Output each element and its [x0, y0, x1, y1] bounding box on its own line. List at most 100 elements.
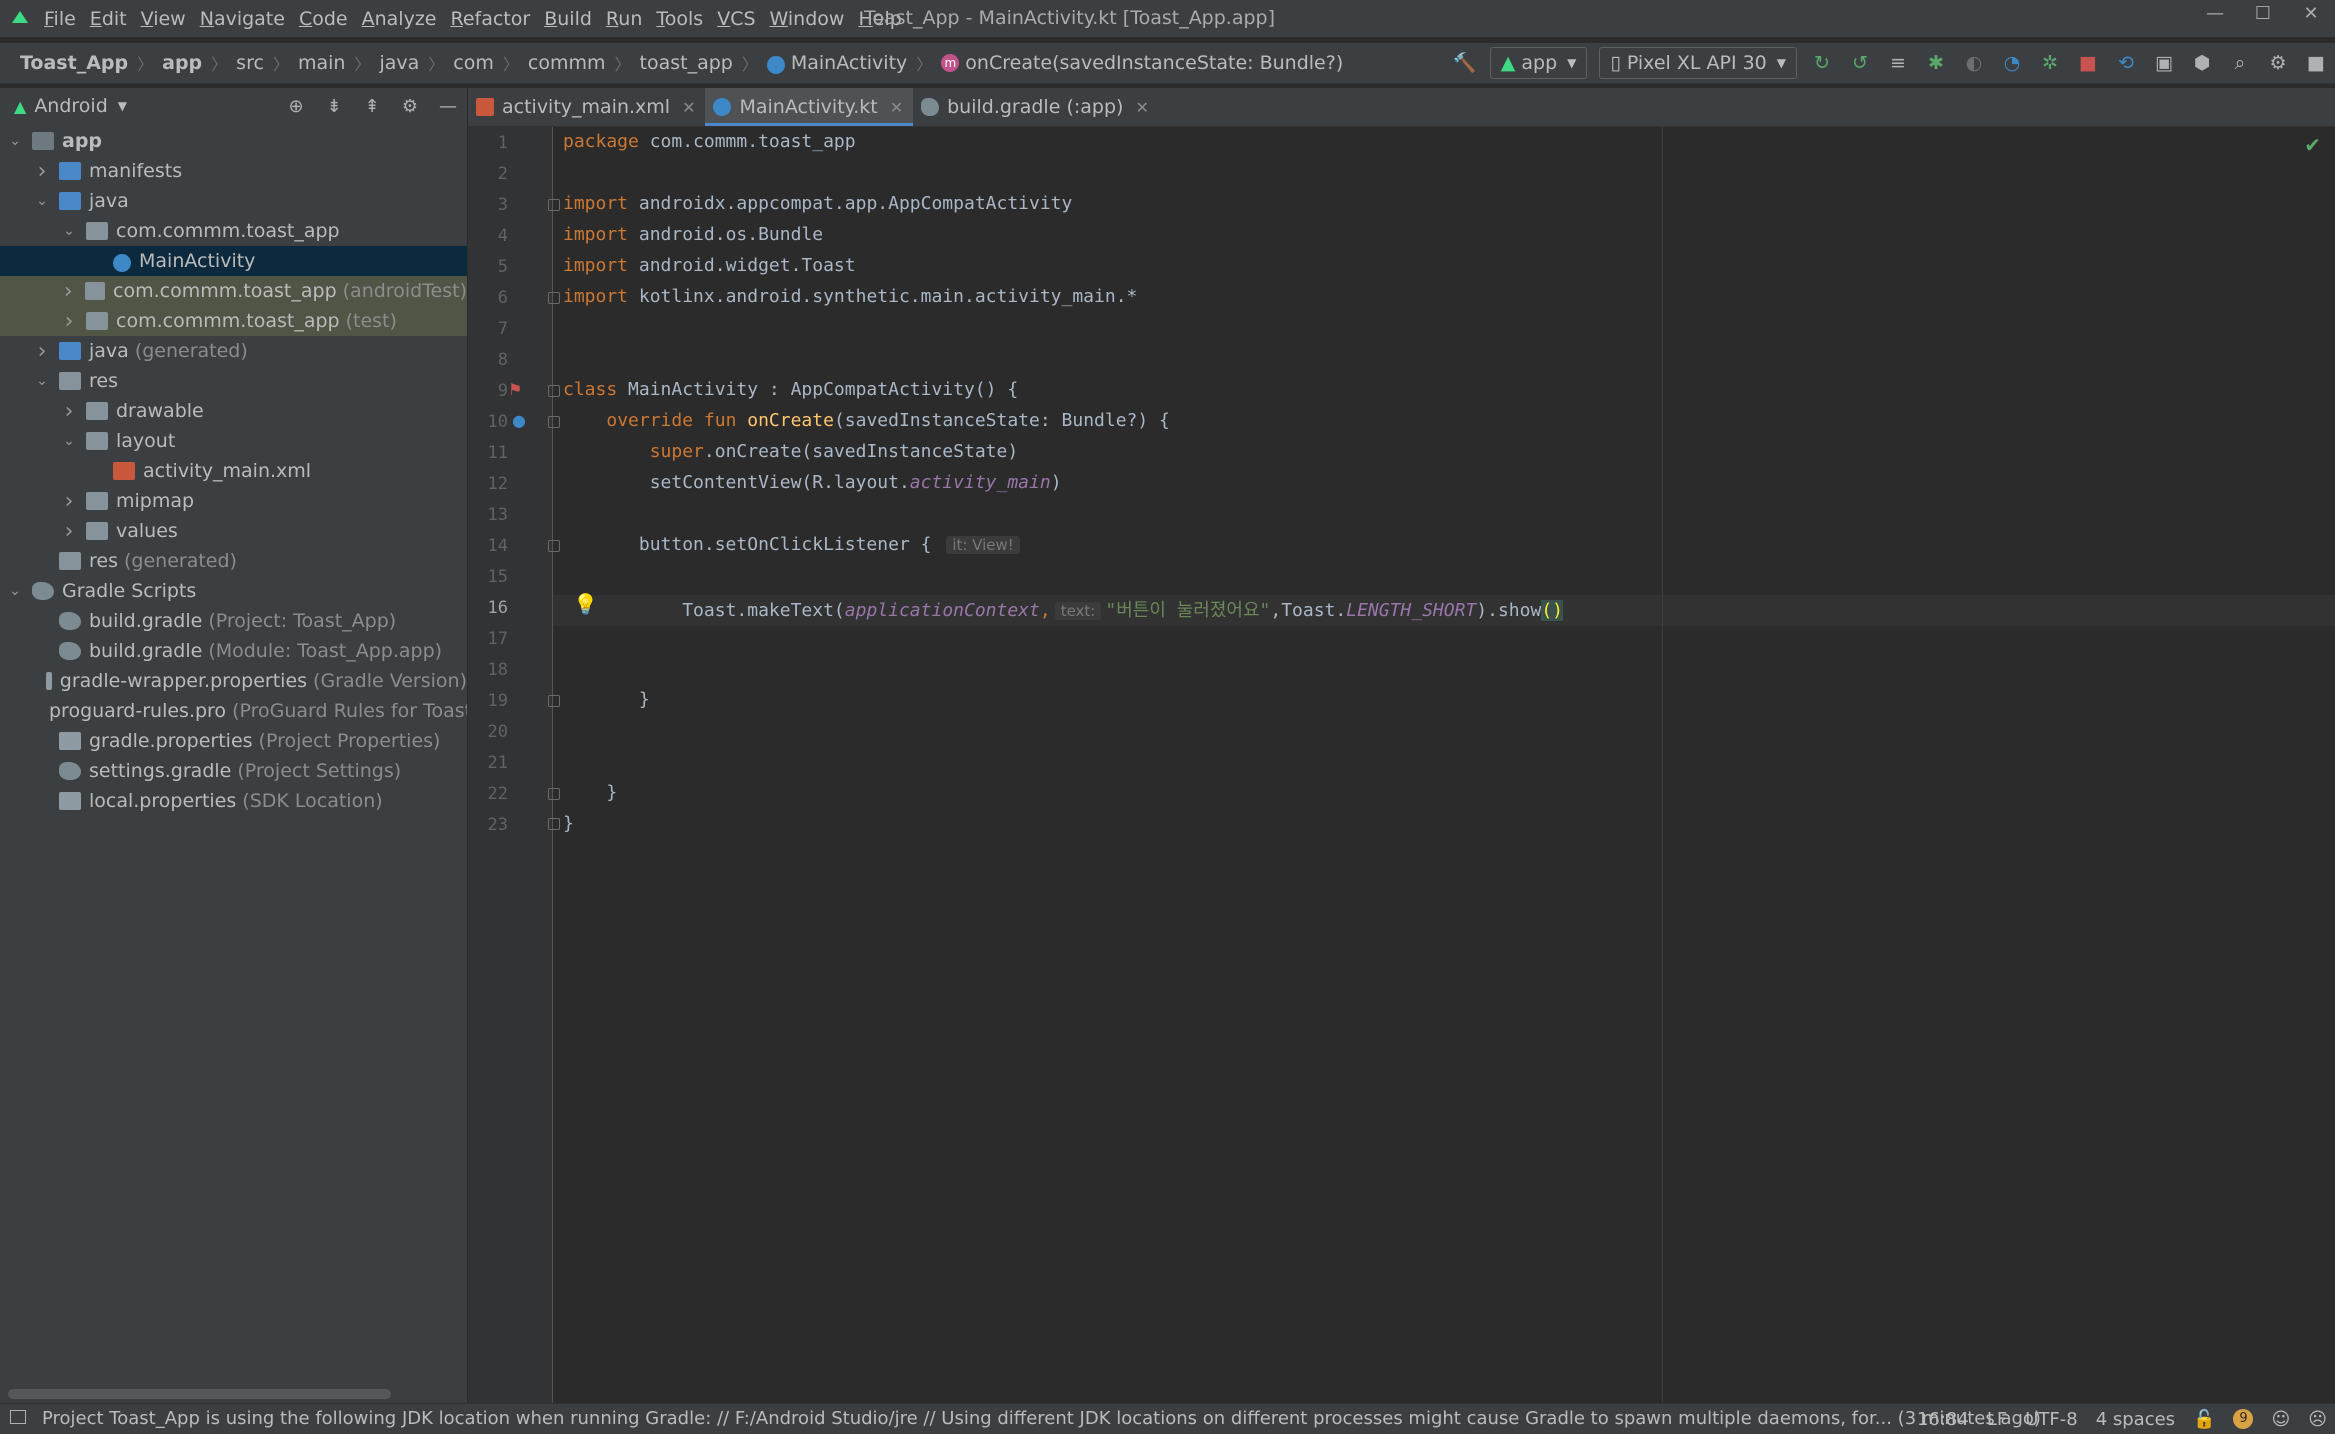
close-icon[interactable]: ✕ — [682, 98, 695, 117]
fold-marker-icon[interactable] — [548, 695, 560, 707]
chevron-down-icon[interactable]: ⌄ — [60, 433, 78, 449]
close-icon[interactable]: ✕ — [1135, 98, 1148, 117]
breadcrumb-src[interactable]: src — [236, 52, 264, 74]
chevron-right-icon[interactable]: › — [60, 489, 78, 514]
chevron-right-icon[interactable]: › — [60, 279, 77, 304]
chevron-right-icon[interactable]: › — [33, 339, 51, 364]
gear-icon[interactable]: ⚙ — [2264, 49, 2292, 77]
chevron-down-icon[interactable]: ⌄ — [60, 223, 78, 239]
fold-marker-icon[interactable] — [548, 540, 560, 552]
maximize-button[interactable]: ☐ — [2243, 0, 2283, 32]
menu-file[interactable]: File — [44, 8, 76, 30]
profile-icon[interactable]: ◔ — [1998, 49, 2026, 77]
tree-item[interactable]: res (generated) — [0, 546, 467, 576]
menu-tools[interactable]: Tools — [656, 8, 703, 30]
gear-icon[interactable]: ⚙ — [397, 96, 423, 117]
menu-window[interactable]: Window — [770, 8, 845, 30]
breadcrumb-java[interactable]: java — [379, 52, 419, 74]
attach-debugger-icon[interactable]: ✲ — [2036, 49, 2064, 77]
horizontal-scrollbar[interactable] — [8, 1389, 391, 1399]
code-line-12[interactable]: setContentView(R.layout.activity_main) — [563, 472, 1062, 493]
menu-run[interactable]: Run — [606, 8, 642, 30]
tree-item[interactable]: gradle.properties (Project Properties) — [0, 726, 467, 756]
code-line-16[interactable]: Toast.makeText(applicationContext, text: "… — [563, 596, 1563, 622]
tree-item[interactable]: build.gradle (Module: Toast_App.app) — [0, 636, 467, 666]
hammer-build-icon[interactable]: 🔨 — [1451, 49, 1479, 77]
fold-marker-icon[interactable] — [548, 788, 560, 800]
status-message[interactable]: Project Toast_App is using the following… — [42, 1408, 2041, 1429]
indent-setting[interactable]: 4 spaces — [2096, 1409, 2175, 1430]
chevron-right-icon[interactable]: › — [60, 309, 78, 334]
caret-position[interactable]: 16:84 — [1917, 1409, 1969, 1430]
menu-build[interactable]: Build — [544, 8, 592, 30]
sad-feedback-icon[interactable]: ☹ — [2308, 1409, 2327, 1430]
no-problems-check-icon[interactable]: ✔ — [2304, 133, 2321, 157]
tree-item[interactable]: ⌄ com.commm.toast_app — [0, 216, 467, 246]
tree-item[interactable]: proguard-rules.pro (ProGuard Rules for To… — [0, 696, 467, 726]
breadcrumb-mainactivity[interactable]: MainActivity — [791, 52, 907, 74]
tree-item[interactable]: › mipmap — [0, 486, 467, 516]
tree-item[interactable]: ⌄ app — [0, 126, 467, 156]
account-icon[interactable]: ■ — [2302, 49, 2330, 77]
code-line-3[interactable]: import androidx.appcompat.app.AppCompatA… — [563, 193, 1072, 214]
code-line-9[interactable]: class MainActivity : AppCompatActivity()… — [563, 379, 1018, 400]
breadcrumb-project[interactable]: Toast_App — [20, 52, 128, 74]
code-line-14[interactable]: button.setOnClickListener { it: View! — [563, 534, 1024, 555]
avd-manager-icon[interactable]: ▣ — [2150, 49, 2178, 77]
breadcrumb-com[interactable]: com — [453, 52, 494, 74]
chevron-down-icon[interactable]: ⌄ — [33, 193, 51, 209]
menu-analyze[interactable]: Analyze — [362, 8, 437, 30]
fold-marker-icon[interactable] — [548, 818, 560, 830]
chevron-right-icon[interactable]: › — [33, 159, 51, 184]
fold-marker-icon[interactable] — [548, 292, 560, 304]
menu-code[interactable]: Code — [299, 8, 348, 30]
run-configuration-select[interactable]: ▲ app ▼ — [1489, 47, 1588, 79]
breadcrumb-toast-app[interactable]: toast_app — [640, 52, 733, 74]
search-icon[interactable]: ⌕ — [2226, 49, 2254, 77]
tree-item[interactable]: ⌄ layout — [0, 426, 467, 456]
chevron-right-icon[interactable]: › — [60, 399, 78, 424]
fold-marker-icon[interactable] — [548, 416, 560, 428]
smiley-feedback-icon[interactable]: ☺ — [2271, 1409, 2290, 1430]
tree-item[interactable]: gradle-wrapper.properties (Gradle Version… — [0, 666, 467, 696]
tab-activity-main-xml[interactable]: activity_main.xml ✕ — [468, 88, 705, 126]
chevron-down-icon[interactable]: ⌄ — [6, 583, 24, 599]
fold-marker-icon[interactable] — [548, 385, 560, 397]
code-line-1[interactable]: package com.commm.toast_app — [563, 131, 856, 152]
chevron-down-icon[interactable]: ▼ — [118, 99, 127, 113]
stop-icon[interactable]: ■ — [2074, 49, 2102, 77]
tree-item[interactable]: ⌄ java — [0, 186, 467, 216]
tree-item[interactable]: › com.commm.toast_app (test) — [0, 306, 467, 336]
coverage-icon[interactable]: ◐ — [1960, 49, 1988, 77]
close-icon[interactable]: ✕ — [890, 98, 903, 117]
locate-file-icon[interactable]: ⊕ — [283, 96, 309, 117]
tree-item[interactable]: activity_main.xml — [0, 456, 467, 486]
code-line-10[interactable]: override fun onCreate(savedInstanceState… — [563, 410, 1170, 431]
tree-item[interactable]: ⌄ res — [0, 366, 467, 396]
sync-gradle-icon[interactable]: ⟲ — [2112, 49, 2140, 77]
breadcrumb-main[interactable]: main — [298, 52, 345, 74]
tree-item[interactable]: › com.commm.toast_app (androidTest) — [0, 276, 467, 306]
override-marker-icon[interactable]: ● — [512, 411, 526, 430]
breadcrumb-commm[interactable]: commm — [528, 52, 606, 74]
notifications-badge[interactable]: 9 — [2233, 1409, 2254, 1429]
tool-windows-toggle-icon[interactable] — [10, 1410, 26, 1424]
tree-item[interactable]: MainActivity — [0, 246, 467, 276]
fold-marker-icon[interactable] — [548, 199, 560, 211]
tree-item[interactable]: › drawable — [0, 396, 467, 426]
run-class-icon[interactable]: ⚑ — [508, 380, 522, 399]
code-line-11[interactable]: super.onCreate(savedInstanceState) — [563, 441, 1018, 462]
debug-icon[interactable]: ✱ — [1922, 49, 1950, 77]
tree-item[interactable]: › java (generated) — [0, 336, 467, 366]
breadcrumb-module[interactable]: app — [162, 52, 202, 74]
code-line-19[interactable]: } — [563, 689, 650, 710]
code-editor[interactable] — [553, 127, 2335, 1403]
file-encoding[interactable]: UTF-8 — [2025, 1409, 2077, 1430]
code-line-23[interactable]: } — [563, 813, 574, 834]
close-window-button[interactable]: ✕ — [2291, 0, 2331, 32]
code-line-6[interactable]: import kotlinx.android.synthetic.main.ac… — [563, 286, 1137, 307]
tab-mainactivity-kt[interactable]: MainActivity.kt ✕ — [705, 88, 914, 126]
expand-all-icon[interactable]: ⇟ — [321, 96, 347, 117]
tree-item[interactable]: › manifests — [0, 156, 467, 186]
sdk-manager-icon[interactable]: ⬢ — [2188, 49, 2216, 77]
